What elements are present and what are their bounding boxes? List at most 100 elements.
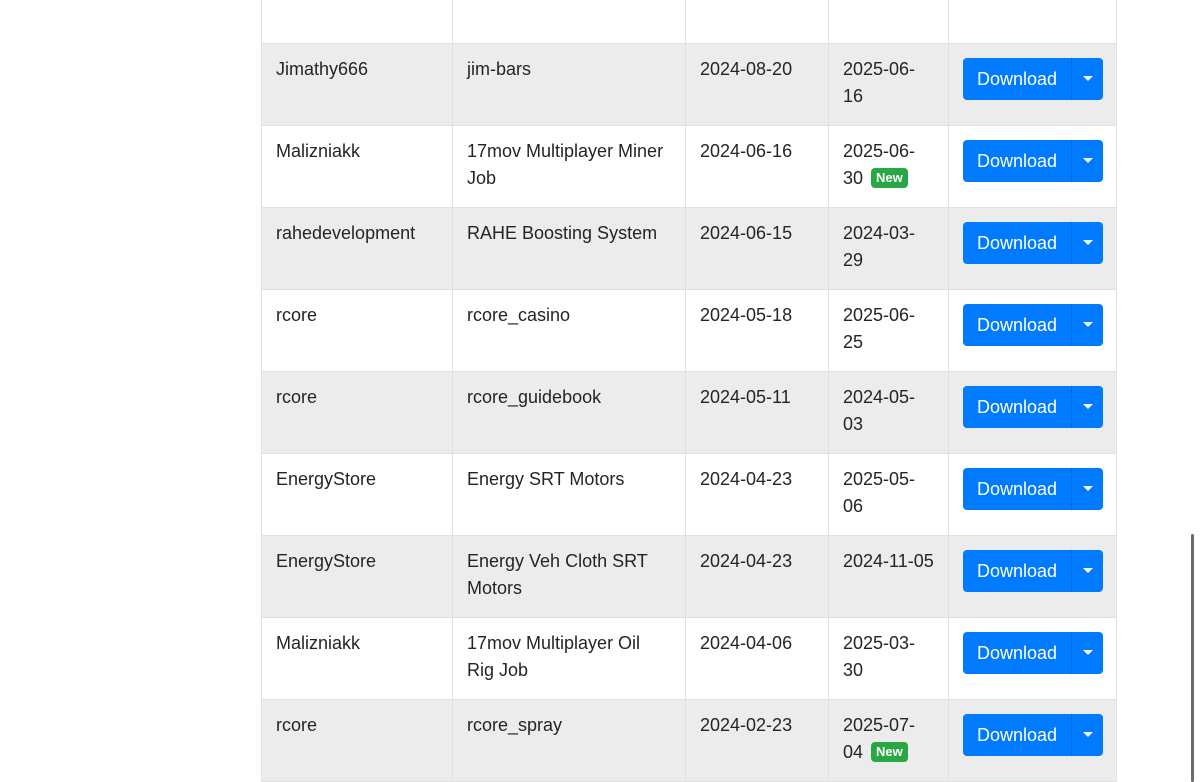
added-date-cell-text: 2024-08-20	[700, 59, 793, 79]
author-cell-text: Malizniakk	[276, 141, 361, 161]
added-date-cell: 2024-04-06	[685, 617, 829, 700]
resource-name-cell-text: Energy SRT Motors	[467, 469, 625, 489]
download-button-group: Download	[963, 714, 1103, 756]
new-badge: New	[871, 168, 908, 188]
updated-date-cell-text: 2025-03-30	[843, 633, 916, 680]
caret-down-icon	[1082, 731, 1093, 737]
download-button-group: Download	[963, 58, 1103, 100]
resource-name-cell: RAHE Boosting System	[452, 207, 686, 290]
resource-name-cell-text: RAHE Boosting System	[467, 223, 658, 243]
updated-date-cell-text: 2025-05-06	[843, 469, 916, 516]
updated-date-cell-text: 2024-05-03	[843, 387, 916, 434]
resource-name-cell-text: 17mov Multiplayer Miner Job	[467, 141, 664, 188]
download-dropdown-toggle[interactable]	[1071, 550, 1103, 592]
author-cell: rahedevelopment	[261, 207, 453, 290]
download-button[interactable]: Download	[963, 222, 1071, 264]
download-button[interactable]: Download	[963, 58, 1071, 100]
table-row: rahedevelopment RAHE Boosting System 2024-…	[261, 207, 1117, 290]
author-cell-text: rcore	[276, 305, 318, 325]
download-button[interactable]: Download	[963, 714, 1071, 756]
added-date-cell-text: 2024-04-23	[700, 469, 793, 489]
table-row: EnergyStore Energy SRT Motors 2024-04-23 20…	[261, 453, 1117, 536]
download-button-group: Download	[963, 304, 1103, 346]
download-button-group: Download	[963, 632, 1103, 674]
updated-date-cell: 2024-05-03	[828, 371, 949, 454]
added-date-cell: 2024-04-23	[685, 535, 829, 618]
added-date-cell: 2024-05-18	[685, 289, 829, 372]
download-dropdown-toggle[interactable]	[1071, 714, 1103, 756]
download-button[interactable]: Download	[963, 632, 1071, 674]
author-cell: EnergyStore	[261, 535, 453, 618]
resource-name-cell: jim-bars	[452, 43, 686, 126]
caret-down-icon	[1082, 321, 1093, 327]
caret-down-icon	[1082, 567, 1093, 573]
resource-name-cell-text: Energy Veh Cloth SRT Motors	[467, 551, 648, 598]
table-row: Malizniakk 17mov Multiplayer Miner Job 202…	[261, 125, 1117, 208]
author-cell: Jimathy666	[261, 43, 453, 126]
actions-cell: Download	[948, 43, 1117, 126]
updated-date-cell-text: 2025-06-16	[843, 59, 916, 106]
author-cell: Malizniakk	[261, 125, 453, 208]
added-date-cell: 2024-05-11	[685, 371, 829, 454]
table-row: Malizniakk 17mov Multiplayer Oil Rig Job 2…	[261, 617, 1117, 700]
resource-name-cell	[452, 0, 686, 44]
added-date-cell-text: 2024-04-06	[700, 633, 793, 653]
added-date-cell: 2024-08-20	[685, 43, 829, 126]
added-date-cell	[685, 0, 829, 44]
actions-cell: Download	[948, 617, 1117, 700]
resource-name-cell: 17mov Multiplayer Miner Job	[452, 125, 686, 208]
updated-date-cell: 2024-11-05	[828, 535, 949, 618]
page-scrollbar[interactable]	[1191, 534, 1194, 782]
resource-name-cell: rcore_casino	[452, 289, 686, 372]
table-row: Jimathy666 jim-bars 2024-08-20 2025-06-16 Do…	[261, 43, 1117, 126]
new-badge: New	[871, 742, 908, 762]
resources-table-body: 12 NewDownloadJimathy666jim-bars2024-08-…	[261, 0, 1117, 782]
download-button[interactable]: Download	[963, 140, 1071, 182]
download-dropdown-toggle[interactable]	[1071, 140, 1103, 182]
updated-date-cell: 2025-06-25	[828, 289, 949, 372]
caret-down-icon	[1082, 239, 1093, 245]
actions-cell: Download	[948, 0, 1117, 44]
actions-cell: Download	[948, 371, 1117, 454]
resource-name-cell: 17mov Multiplayer Oil Rig Job	[452, 617, 686, 700]
updated-date-cell-text: 2024-03-29	[843, 223, 916, 270]
resource-name-cell-text: jim-bars	[467, 59, 532, 79]
download-dropdown-toggle[interactable]	[1071, 58, 1103, 100]
table-row: rcore rcore_guidebook 2024-05-11 2024-05-03…	[261, 371, 1117, 454]
author-cell: rcore	[261, 289, 453, 372]
author-cell: rcore	[261, 371, 453, 454]
resource-name-cell-text: rcore_guidebook	[467, 387, 602, 407]
download-button-group: Download	[963, 222, 1103, 264]
download-dropdown-toggle[interactable]	[1071, 304, 1103, 346]
actions-cell: Download	[948, 699, 1117, 782]
download-dropdown-toggle[interactable]	[1071, 468, 1103, 510]
added-date-cell: 2024-06-16	[685, 125, 829, 208]
download-dropdown-toggle[interactable]	[1071, 386, 1103, 428]
download-dropdown-toggle[interactable]	[1071, 222, 1103, 264]
actions-cell: Download	[948, 125, 1117, 208]
updated-date-cell: 2024-03-29	[828, 207, 949, 290]
author-cell-text: Malizniakk	[276, 633, 361, 653]
actions-cell: Download	[948, 535, 1117, 618]
download-button-group: Download	[963, 468, 1103, 510]
added-date-cell-text: 2024-06-15	[700, 223, 793, 243]
author-cell-text: rcore	[276, 387, 318, 407]
download-button[interactable]: Download	[963, 468, 1071, 510]
download-button-group: Download	[963, 550, 1103, 592]
table-row: 12 NewDownload	[261, 0, 1117, 44]
added-date-cell-text: 2024-04-23	[700, 551, 793, 571]
author-cell-text: rahedevelopment	[276, 223, 416, 243]
download-button[interactable]: Download	[963, 304, 1071, 346]
download-button[interactable]: Download	[963, 386, 1071, 428]
added-date-cell-text: 2024-05-18	[700, 305, 793, 325]
author-cell-text: Jimathy666	[276, 59, 369, 79]
table-row: rcore rcore_casino 2024-05-18 2025-06-25 Dow…	[261, 289, 1117, 372]
updated-date-cell: 12 New	[828, 0, 949, 44]
author-cell: EnergyStore	[261, 453, 453, 536]
added-date-cell: 2024-04-23	[685, 453, 829, 536]
updated-date-cell-text: 2024-11-05	[843, 551, 934, 571]
added-date-cell-text: 2024-02-23	[700, 715, 793, 735]
actions-cell: Download	[948, 289, 1117, 372]
download-dropdown-toggle[interactable]	[1071, 632, 1103, 674]
download-button[interactable]: Download	[963, 550, 1071, 592]
